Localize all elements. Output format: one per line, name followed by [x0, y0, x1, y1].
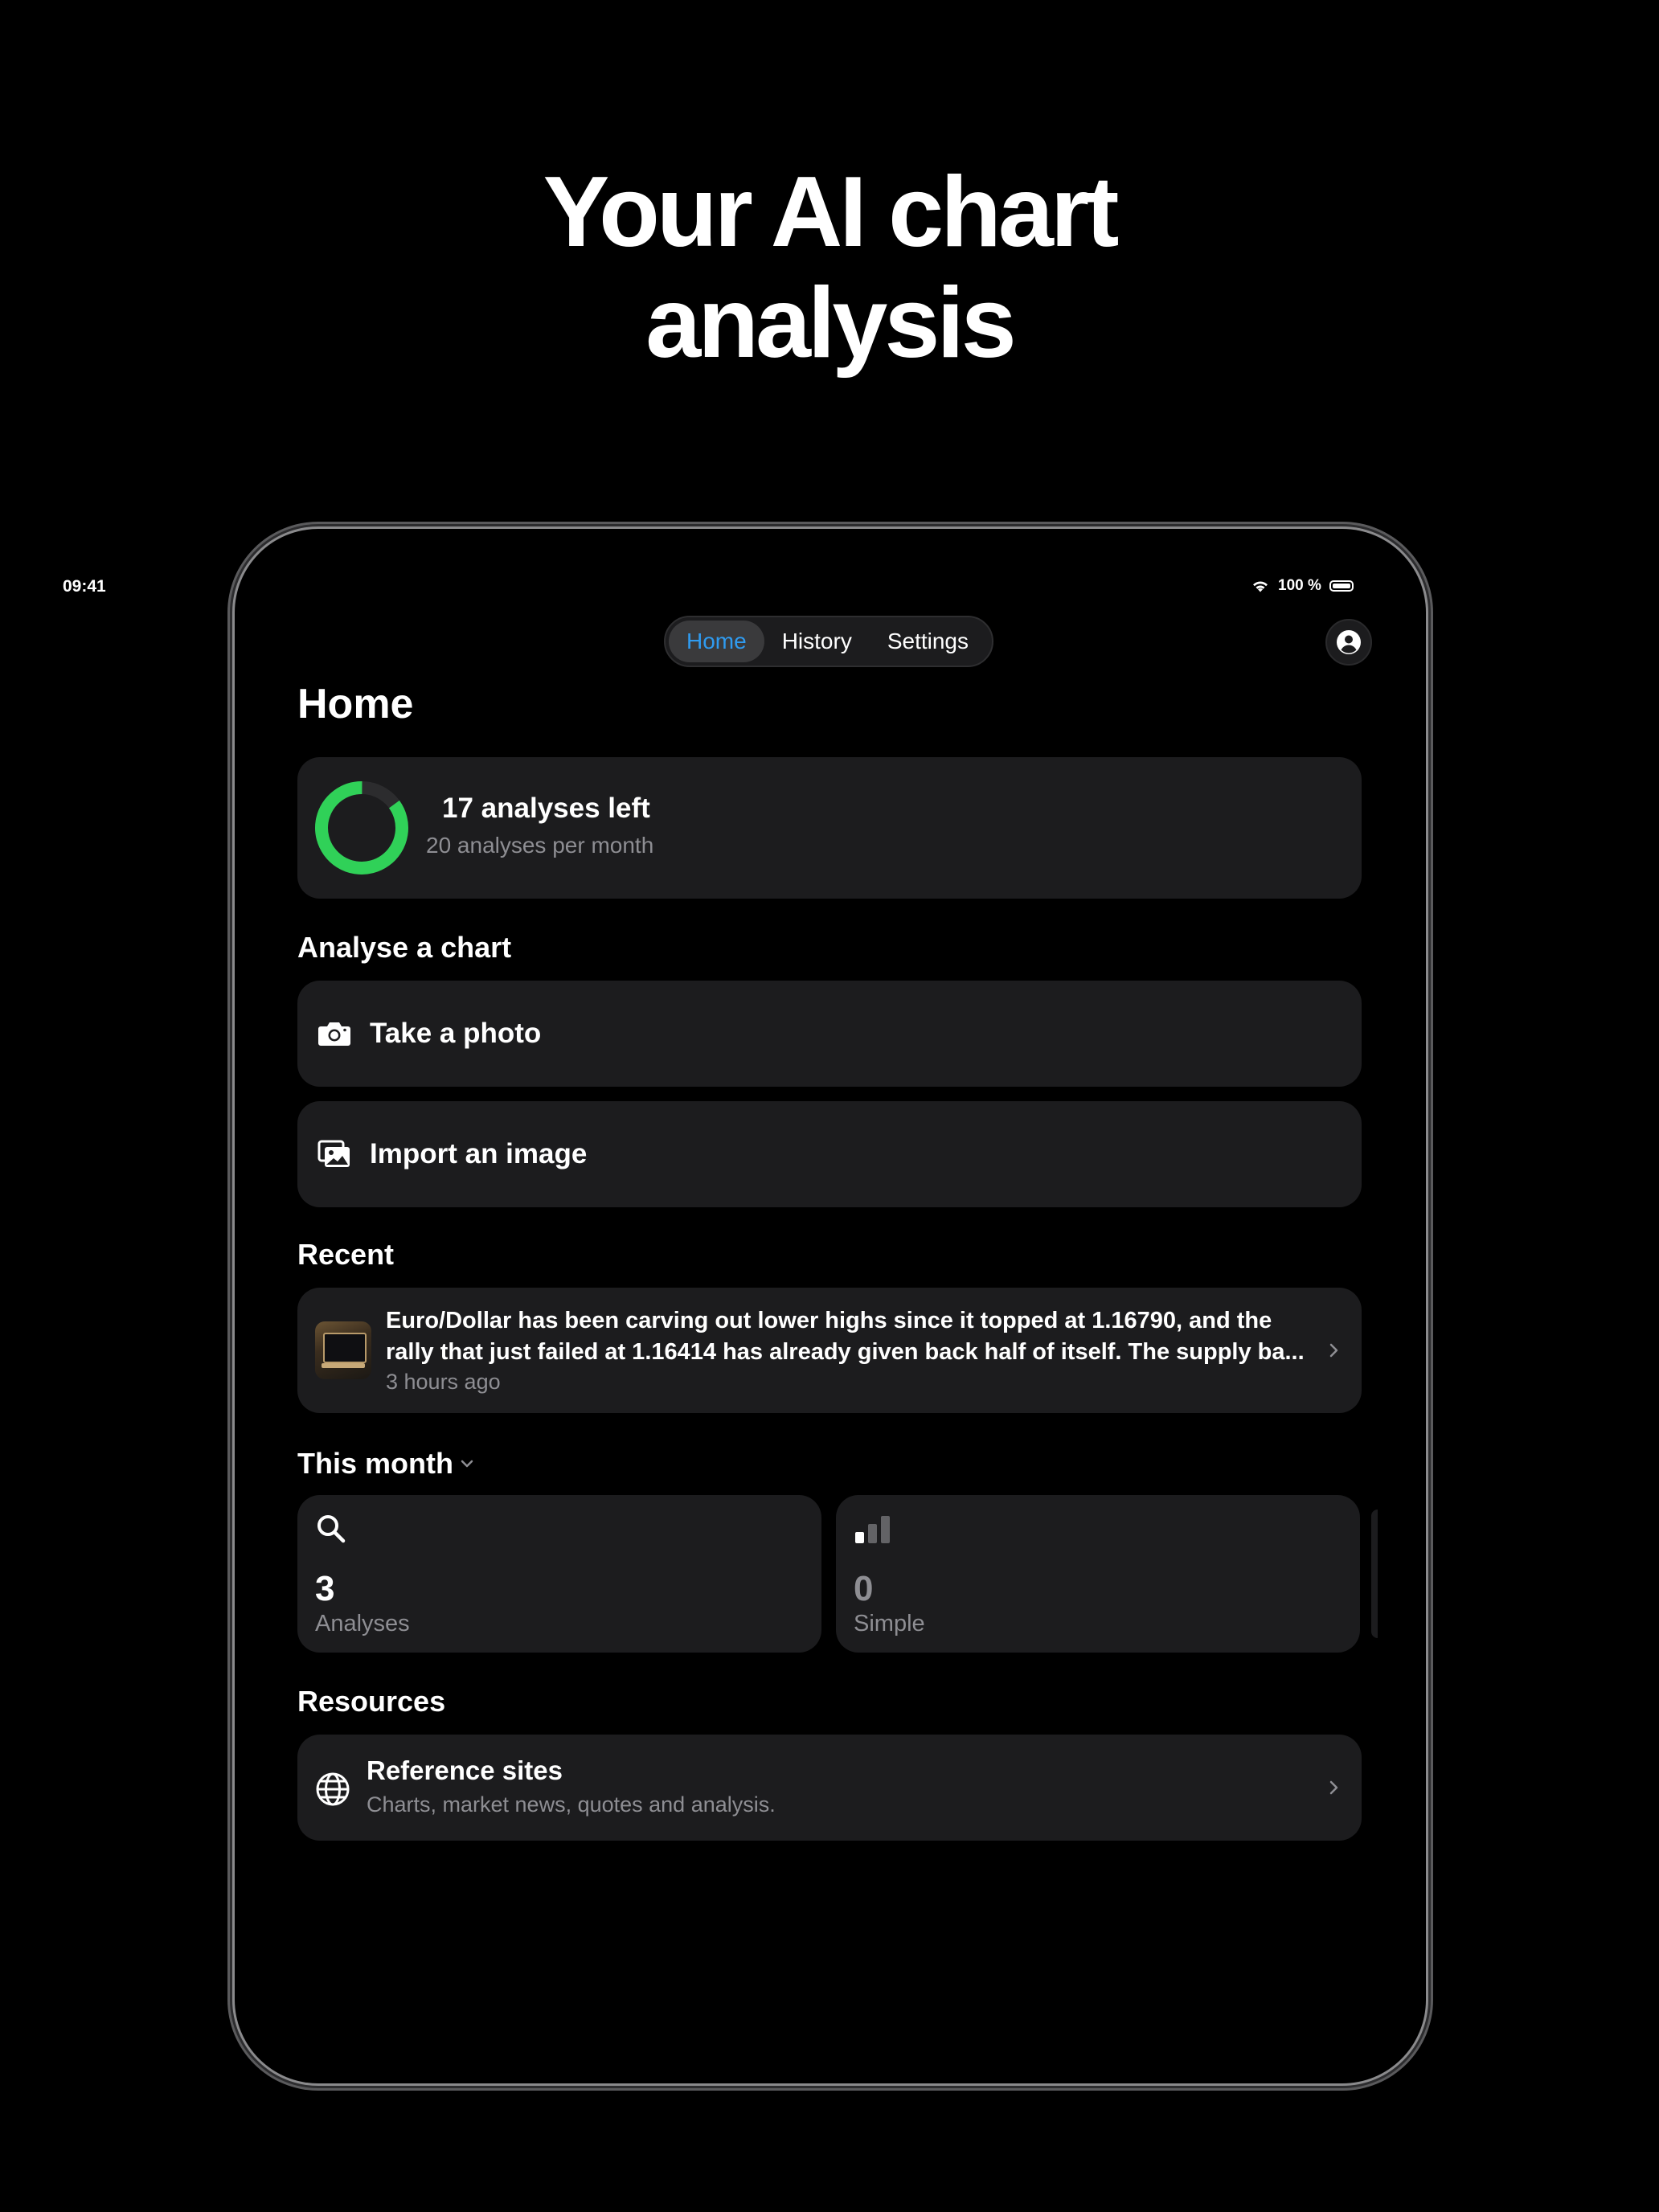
- reference-sites-title: Reference sites: [367, 1755, 563, 1785]
- tab-history[interactable]: History: [764, 621, 870, 662]
- usage-ring: [315, 781, 408, 875]
- headline: Your AI chart analysis: [0, 157, 1659, 379]
- page-title: Home: [297, 681, 414, 727]
- recent-analysis-item[interactable]: Euro/Dollar has been carving out lower h…: [297, 1288, 1362, 1413]
- camera-icon: [317, 1016, 352, 1051]
- recent-timestamp: 3 hours ago: [386, 1370, 501, 1394]
- reference-sites-item[interactable]: Reference sites Charts, market news, quo…: [297, 1735, 1362, 1841]
- headline-line-2: analysis: [645, 268, 1016, 379]
- stat-analyses-label: Analyses: [315, 1611, 410, 1636]
- stat-simple-label: Simple: [854, 1611, 925, 1636]
- status-indicators: 100 %: [1251, 577, 1354, 595]
- take-photo-button[interactable]: Take a photo: [297, 981, 1362, 1087]
- profile-button[interactable]: [1325, 619, 1372, 666]
- this-month-selector[interactable]: This month: [297, 1447, 474, 1481]
- resources-heading: Resources: [297, 1685, 446, 1718]
- this-month-label: This month: [297, 1447, 453, 1480]
- battery-percentage: 100 %: [1278, 577, 1321, 594]
- status-time: 09:41: [63, 577, 106, 596]
- stat-simple-value: 0: [854, 1569, 874, 1608]
- tab-home[interactable]: Home: [669, 621, 764, 662]
- globe-icon: [316, 1772, 350, 1806]
- tab-settings[interactable]: Settings: [870, 621, 986, 662]
- usage-card: 17 analyses left 20 analyses per month: [297, 757, 1362, 899]
- battery-icon: [1329, 580, 1354, 592]
- chevron-down-icon: [461, 1460, 473, 1468]
- take-photo-label: Take a photo: [370, 1018, 542, 1049]
- recent-summary-line-2: rally that just failed at 1.16414 has al…: [386, 1339, 1305, 1365]
- chevron-right-icon: [1329, 1343, 1338, 1358]
- person-circle-icon: [1337, 630, 1361, 654]
- photos-icon: [317, 1137, 352, 1172]
- stat-card-analyses[interactable]: 3 Analyses: [297, 1495, 821, 1653]
- chevron-right-icon: [1329, 1780, 1338, 1795]
- bar-level-icon: [855, 1516, 890, 1543]
- tab-bar: Home History Settings: [664, 616, 993, 667]
- search-icon: [317, 1515, 346, 1543]
- recent-heading: Recent: [297, 1238, 395, 1271]
- analyses-per-month: 20 analyses per month: [426, 833, 654, 858]
- wifi-icon: [1253, 581, 1268, 592]
- reference-sites-subtitle: Charts, market news, quotes and analysis…: [367, 1792, 776, 1817]
- recent-summary-line-1: Euro/Dollar has been carving out lower h…: [386, 1308, 1272, 1333]
- import-image-label: Import an image: [370, 1138, 588, 1169]
- headline-line-1: Your AI chart: [543, 157, 1120, 268]
- stat-analyses-value: 3: [315, 1569, 335, 1608]
- analysis-thumbnail: [315, 1321, 371, 1379]
- recent-summary: Euro/Dollar has been carving out lower h…: [386, 1305, 1310, 1368]
- import-image-button[interactable]: Import an image: [297, 1101, 1362, 1207]
- stat-card-simple[interactable]: 0 Simple: [836, 1495, 1360, 1653]
- analyse-heading: Analyse a chart: [297, 931, 512, 964]
- stat-card-peek[interactable]: [1371, 1509, 1378, 1638]
- analyses-left: 17 analyses left: [442, 793, 650, 824]
